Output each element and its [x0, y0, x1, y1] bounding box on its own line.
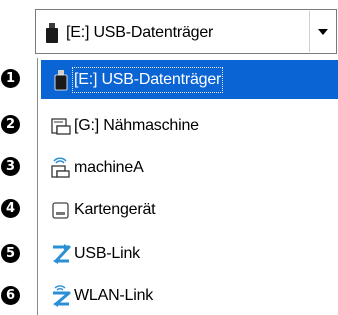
callout-6: 6	[1, 286, 20, 305]
list-item-label: [G:] Nähmaschine	[74, 117, 199, 134]
callout-3: 3	[1, 157, 20, 176]
callout-1: 1	[1, 69, 20, 88]
list-item-label: [E:] USB-Datenträger	[71, 67, 224, 93]
callout-2: 2	[1, 115, 20, 134]
wireless-machine-icon	[50, 157, 72, 179]
list-item-machine-a[interactable]: machineA	[41, 148, 338, 187]
list-item-usb-link[interactable]: USB-Link	[41, 234, 338, 273]
usb-link-icon	[50, 243, 72, 265]
selected-drive-label: [E:] USB-Datenträger	[66, 24, 214, 41]
list-item-sewing-machine[interactable]: [G:] Nähmaschine	[41, 106, 338, 145]
drive-list: [E:] USB-Datenträger [G:] Nähmaschine ma…	[37, 58, 338, 315]
list-item-label: USB-Link	[74, 245, 140, 262]
list-item-card-reader[interactable]: Kartengerät	[41, 190, 338, 229]
card-reader-icon	[50, 199, 72, 221]
usb-stick-icon	[45, 22, 59, 49]
list-item-label: machineA	[74, 159, 144, 176]
wlan-link-icon	[50, 285, 72, 307]
callout-5: 5	[1, 244, 20, 263]
list-item-label: WLAN-Link	[74, 287, 154, 304]
machine-drive-icon	[50, 115, 72, 137]
list-item-label: Kartengerät	[74, 201, 156, 218]
list-item-usb-drive[interactable]: [E:] USB-Datenträger	[41, 60, 338, 99]
chevron-down-icon	[317, 28, 328, 35]
dropdown-arrow-button[interactable]	[309, 11, 335, 52]
drive-select[interactable]: [E:] USB-Datenträger	[35, 9, 337, 54]
list-item-wlan-link[interactable]: WLAN-Link	[41, 276, 338, 315]
usb-stick-icon	[50, 69, 72, 91]
callout-4: 4	[1, 199, 20, 218]
